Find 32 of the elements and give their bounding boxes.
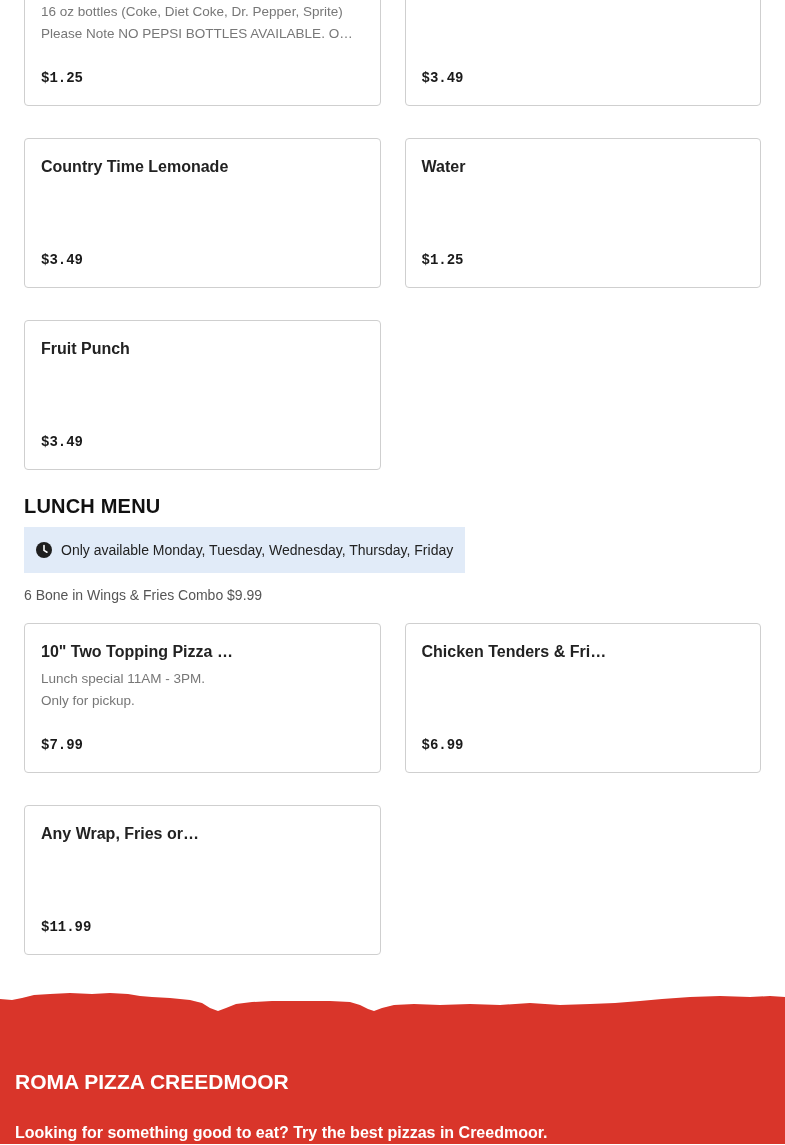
item-description: 16 oz bottles (Coke, Diet Coke, Dr. Pepper, Sprite) xyxy=(41,3,344,21)
item-price: $11.99 xyxy=(41,918,93,937)
menu-item-card[interactable]: Water $1.25 xyxy=(404,138,761,288)
menu-item-card[interactable]: Fruit Punch $3.49 xyxy=(24,320,381,470)
section-description: 6 Bone in Wings & Fries Combo $9.99 xyxy=(24,586,264,605)
menu-item-card[interactable]: 16 oz bottles (Coke, Diet Coke, Dr. Pepper, Sprite) Please Note NO PEPSI BOTTLES AVAILABLE. O… $1.25 xyxy=(24,0,381,106)
menu-item-card[interactable]: Country Time Lemonade $3.49 xyxy=(24,138,381,288)
menu-item-card[interactable]: 10" Two Topping Pizza … Lunch special 11AM - 3PM. Only for pickup. $7.99 xyxy=(24,623,381,773)
section-heading: LUNCH MENU xyxy=(24,494,162,518)
item-price: $1.25 xyxy=(41,69,84,88)
item-price: $3.49 xyxy=(41,251,84,270)
clock-icon xyxy=(36,542,52,558)
item-name: Any Wrap, Fries or… xyxy=(41,824,200,844)
menu-item-card[interactable]: $3.49 xyxy=(404,0,761,106)
item-price: $1.25 xyxy=(421,251,465,270)
menu-item-card[interactable]: Chicken Tenders & Fri… $6.99 xyxy=(404,623,761,773)
item-price: $6.99 xyxy=(421,736,465,755)
item-price: $3.49 xyxy=(41,433,84,452)
menu-item-card[interactable]: Any Wrap, Fries or… $11.99 xyxy=(24,805,381,955)
item-name: Chicken Tenders & Fri… xyxy=(421,642,608,662)
item-name: Country Time Lemonade xyxy=(41,157,230,177)
item-description: Please Note NO PEPSI BOTTLES AVAILABLE. O… xyxy=(41,25,354,43)
item-description: Only for pickup. xyxy=(41,692,136,710)
item-price: $7.99 xyxy=(41,736,84,755)
item-name: 10" Two Topping Pizza … xyxy=(41,642,234,662)
item-name: Water xyxy=(421,157,467,177)
restaurant-name: ROMA PIZZA CREEDMOOR xyxy=(15,1069,290,1095)
availability-text: Only available Monday, Tuesday, Wednesday, Thursday, Friday xyxy=(61,541,454,560)
footer-tagline: Looking for something good to eat? Try the best pizzas in Creedmoor. xyxy=(15,1123,549,1143)
item-name: Fruit Punch xyxy=(41,339,131,359)
item-description: Lunch special 11AM - 3PM. xyxy=(41,670,207,688)
item-price: $3.49 xyxy=(421,69,465,88)
